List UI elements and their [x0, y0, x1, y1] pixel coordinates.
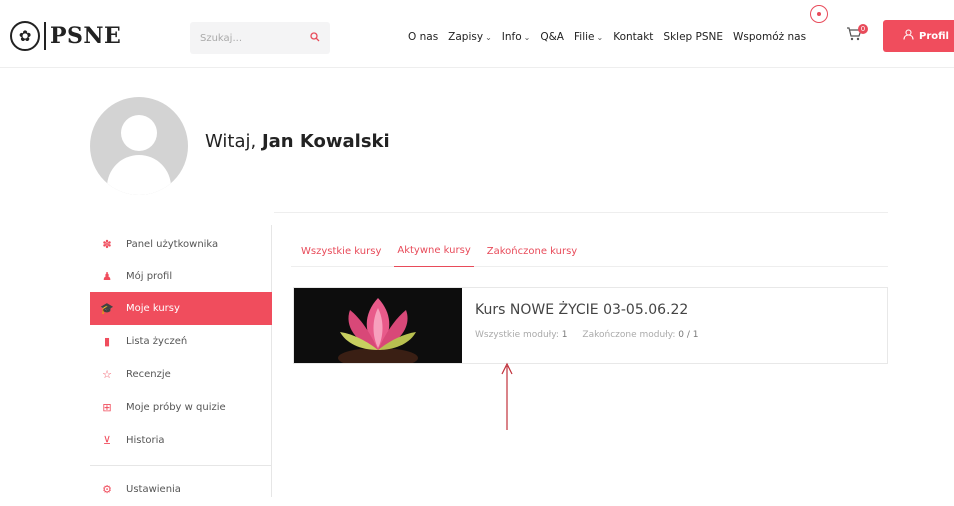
- profile-button[interactable]: Profil: [883, 20, 954, 52]
- sidebar-item-courses[interactable]: 🎓 Moje kursy: [90, 292, 272, 325]
- divider: [274, 212, 888, 213]
- cart-count-badge: 0: [858, 24, 868, 34]
- sidebar-item-label: Mój profil: [126, 271, 173, 282]
- logo-text: PSNE: [50, 23, 122, 49]
- nav-label: Sklep PSNE: [663, 31, 724, 43]
- greeting: Witaj, Jan Kowalski: [205, 131, 390, 152]
- course-tabs: Wszystkie kursy Aktywne kursy Zakończone…: [291, 236, 888, 267]
- nav-kontakt[interactable]: Kontakt: [613, 31, 653, 43]
- logo[interactable]: ✿ PSNE: [10, 21, 121, 51]
- search-box: [190, 22, 330, 54]
- dashboard-icon: ✽: [102, 238, 112, 251]
- star-icon: ☆: [102, 368, 112, 381]
- sidebar-item-history[interactable]: ⊻ Historia: [90, 424, 272, 457]
- graduation-cap-icon: 🎓: [100, 302, 114, 315]
- greeting-prefix: Witaj,: [205, 131, 257, 152]
- search-input[interactable]: [200, 32, 300, 44]
- nav-label: O nas: [408, 31, 439, 43]
- sidebar-item-settings[interactable]: ⚙ Ustawienia: [90, 473, 272, 506]
- all-modules-value: 1: [561, 330, 568, 340]
- nav-filie[interactable]: Filie ⌄: [574, 31, 603, 43]
- avatar: [90, 97, 188, 195]
- chevron-down-icon: ⌄: [485, 32, 492, 42]
- logo-emblem-icon: ✿: [10, 21, 40, 51]
- nav-label: Kontakt: [613, 31, 654, 43]
- record-indicator-icon: [810, 5, 828, 23]
- nav-info[interactable]: Info ⌄: [502, 31, 531, 43]
- tab-active-courses[interactable]: Aktywne kursy: [394, 236, 474, 267]
- sidebar-item-label: Recenzje: [126, 369, 171, 380]
- nav-qa[interactable]: Q&A: [540, 31, 564, 43]
- nav-wspomoz[interactable]: Wspomóż nas: [733, 31, 806, 43]
- annotation-arrow-icon: [501, 362, 513, 430]
- sidebar: ✽ Panel użytkownika ♟ Mój profil 🎓 Moje …: [90, 225, 272, 497]
- bookmark-icon: ▮: [103, 335, 111, 348]
- nav-label: Q&A: [540, 31, 564, 43]
- completed-modules-value: 0 / 1: [678, 330, 699, 340]
- course-title[interactable]: Kurs NOWE ŻYCIE 03-05.06.22: [475, 302, 688, 318]
- main-nav: O nas Zapisy ⌄ Info ⌄ Q&A Filie ⌄ Kontakt S…: [408, 31, 816, 43]
- sidebar-item-label: Moje próby w quizie: [126, 402, 226, 413]
- sidebar-item-label: Moje kursy: [126, 303, 180, 314]
- profile-label: Profil: [919, 30, 949, 42]
- search-icon[interactable]: [310, 31, 320, 45]
- course-thumbnail[interactable]: [294, 288, 462, 363]
- sidebar-divider: [90, 465, 272, 466]
- sidebar-item-reviews[interactable]: ☆ Recenzje: [90, 358, 272, 391]
- completed-modules-label: Zakończone moduły:: [582, 330, 676, 340]
- nav-o-nas[interactable]: O nas: [408, 31, 438, 43]
- user-name: Jan Kowalski: [261, 131, 390, 152]
- logo-divider: [44, 22, 46, 50]
- all-modules-label: Wszystkie moduły:: [475, 330, 559, 340]
- chevron-down-icon: ⌄: [596, 32, 604, 42]
- course-meta: Wszystkie moduły: 1 Zakończone moduły: 0…: [475, 330, 711, 340]
- user-icon: [903, 29, 914, 43]
- nav-label: Filie: [574, 31, 595, 43]
- tab-completed-courses[interactable]: Zakończone kursy: [487, 236, 577, 267]
- sidebar-item-quiz[interactable]: ⊞ Moje próby w quizie: [90, 391, 272, 424]
- user-icon: ♟: [102, 270, 112, 283]
- sidebar-item-wishlist[interactable]: ▮ Lista życzeń: [90, 325, 272, 358]
- sidebar-item-panel[interactable]: ✽ Panel użytkownika: [90, 228, 272, 261]
- sidebar-item-label: Ustawienia: [126, 484, 181, 495]
- chevron-down-icon: ⌄: [523, 32, 531, 42]
- sidebar-item-label: Panel użytkownika: [126, 239, 219, 250]
- sidebar-item-profile[interactable]: ♟ Mój profil: [90, 260, 272, 293]
- nav-label: Zapisy: [448, 31, 484, 43]
- nav-label: Info: [501, 31, 522, 43]
- tab-all-courses[interactable]: Wszystkie kursy: [291, 236, 381, 267]
- nav-sklep[interactable]: Sklep PSNE: [663, 31, 723, 43]
- cart-icon: ⊻: [102, 434, 112, 447]
- sidebar-item-label: Lista życzeń: [126, 336, 188, 347]
- sitemap-icon: ⊞: [102, 401, 112, 414]
- nav-zapisy[interactable]: Zapisy ⌄: [448, 31, 492, 43]
- gear-icon: ⚙: [102, 483, 112, 496]
- site-header: ✿ PSNE O nas Zapisy⌄ Info⌄ Q&A Filie⌄ Ko…: [0, 0, 954, 68]
- nav-label: Wspomóż nas: [733, 31, 807, 43]
- course-card[interactable]: Kurs NOWE ŻYCIE 03-05.06.22 Wszystkie mo…: [293, 287, 888, 364]
- sidebar-item-label: Historia: [126, 435, 165, 446]
